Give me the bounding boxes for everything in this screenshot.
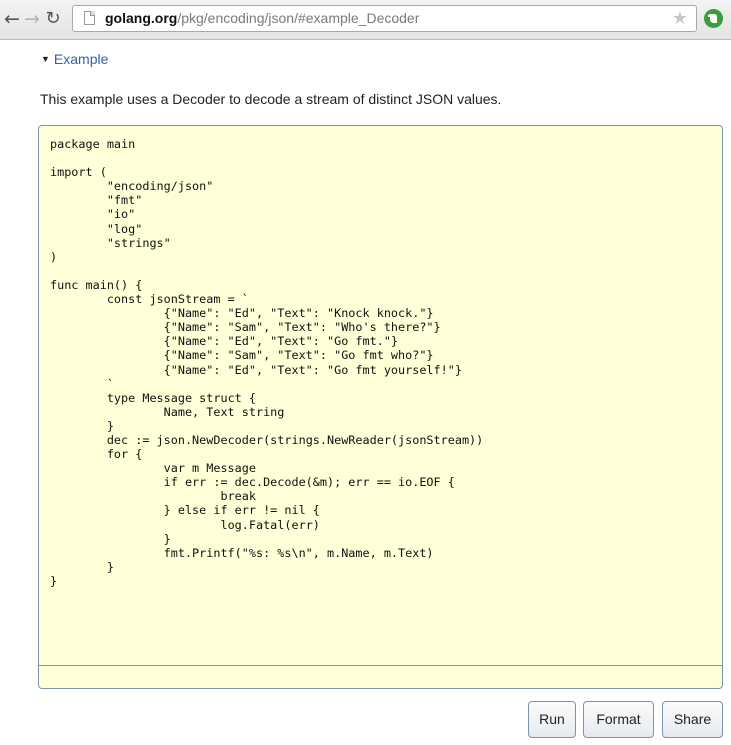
back-arrow-icon[interactable]: ← <box>2 7 22 31</box>
code-text[interactable]: package main import ( "encoding/json" "f… <box>50 137 483 588</box>
url-path: /pkg/encoding/json/#example_Decoder <box>177 10 420 26</box>
output-divider <box>39 665 722 666</box>
url-host: golang.org <box>105 10 178 26</box>
browser-toolbar: ← → ↻ golang.org/pkg/encoding/json/#exam… <box>0 0 731 40</box>
bookmark-star-icon[interactable]: ★ <box>672 8 688 30</box>
code-editor[interactable]: package main import ( "encoding/json" "f… <box>38 125 723 689</box>
example-description: This example uses a Decoder to decode a … <box>40 91 502 107</box>
format-button[interactable]: Format <box>583 701 654 738</box>
evernote-glyph-icon <box>708 14 717 23</box>
reload-icon[interactable]: ↻ <box>42 7 64 31</box>
address-bar[interactable]: golang.org/pkg/encoding/json/#example_De… <box>72 5 697 32</box>
example-toggle-label: Example <box>53 51 109 67</box>
evernote-icon[interactable] <box>704 9 723 28</box>
run-button[interactable]: Run <box>528 701 576 738</box>
caret-down-icon: ▼ <box>41 54 50 64</box>
example-toggle[interactable]: ▼ Example <box>41 51 108 67</box>
page-icon <box>84 11 95 25</box>
share-button[interactable]: Share <box>662 701 723 738</box>
forward-arrow-icon[interactable]: → <box>22 7 42 31</box>
url-text[interactable]: golang.org/pkg/encoding/json/#example_De… <box>105 6 419 31</box>
